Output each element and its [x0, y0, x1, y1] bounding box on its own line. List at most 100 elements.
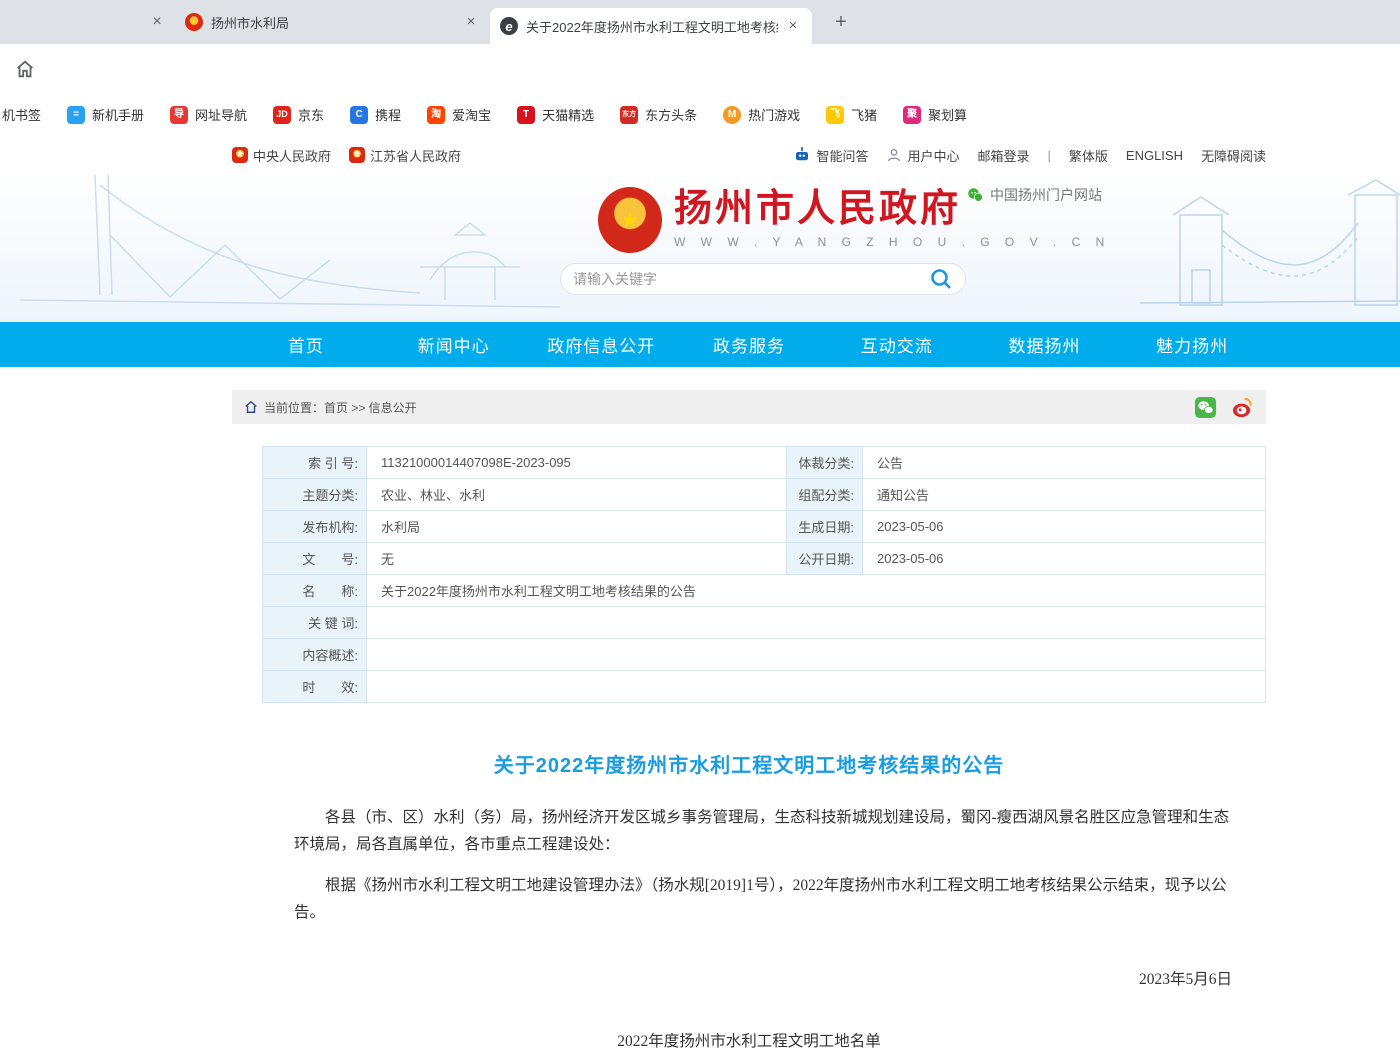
jd-icon: JD: [273, 106, 291, 124]
meta-value: [367, 639, 1266, 671]
pig-icon: 飞: [826, 106, 844, 124]
meta-label: 关 键 词:: [263, 607, 367, 639]
portal-link[interactable]: 中国扬州门户网站: [966, 185, 1102, 205]
bookmark-label: 京东: [298, 105, 324, 124]
bookmark-taobao[interactable]: 淘爱淘宝: [427, 105, 491, 124]
bookmark-label: 网址导航: [195, 105, 247, 124]
nav-item-services[interactable]: 政务服务: [675, 322, 823, 367]
table-row: 名 称: 关于2022年度扬州市水利工程文明工地考核结果的公告: [263, 575, 1266, 607]
tab-yangzhou-water-bureau[interactable]: ★ 扬州市水利局 ×: [175, 5, 490, 39]
meta-label: 生成日期:: [787, 511, 863, 543]
bookmark-tmall[interactable]: T天猫精选: [517, 105, 594, 124]
wechat-icon: [966, 186, 984, 204]
link-smart-qa[interactable]: 智能问答: [793, 146, 868, 165]
link-label: 中央人民政府: [253, 146, 331, 165]
search-input[interactable]: [573, 271, 929, 287]
browser-tab-bar: × ★ 扬州市水利局 × e 关于2022年度扬州市水利工程文明工地考核结果的公…: [0, 0, 1400, 44]
bookmark-hot-games[interactable]: M热门游戏: [723, 105, 800, 124]
bookmark-jd[interactable]: JD 京东: [273, 105, 324, 124]
bookmark-label: 热门游戏: [748, 105, 800, 124]
link-label: 繁体版: [1069, 146, 1108, 165]
article-paragraph: 根据《扬州市水利工程文明工地建设管理办法》（扬水规[2019]1号），2022年…: [294, 872, 1232, 926]
gov-emblem-icon: ★: [349, 147, 365, 163]
document-meta-table: 索 引 号: 11321000014407098E-2023-095 体裁分类:…: [262, 446, 1266, 703]
nav-item-info-disclosure[interactable]: 政府信息公开: [527, 322, 675, 367]
article-date: 2023年5月6日: [232, 967, 1232, 989]
ctrip-icon: C: [350, 106, 368, 124]
meta-label: 发布机构:: [263, 511, 367, 543]
meta-label: 名 称:: [263, 575, 367, 607]
table-row: 主题分类: 农业、林业、水利 组配分类: 通知公告: [263, 479, 1266, 511]
bookmarks-bar: 机书签 =新机手册 导网址导航 JD 京东 C 携程 淘爱淘宝 T天猫精选 东方东方…: [0, 94, 1400, 135]
link-label: 智能问答: [816, 146, 868, 165]
home-icon: [244, 400, 258, 414]
link-mail-login[interactable]: 邮箱登录: [977, 146, 1029, 165]
nav-icon: 导: [170, 106, 188, 124]
table-row: 时 效:: [263, 671, 1266, 703]
meta-label: 索 引 号:: [263, 447, 367, 479]
breadcrumb-label[interactable]: 当前位置：首页 >> 信息公开: [264, 399, 417, 416]
nav-item-data[interactable]: 数据扬州: [971, 322, 1119, 367]
search-icon[interactable]: [929, 267, 953, 291]
bookmark-ctrip[interactable]: C 携程: [350, 105, 401, 124]
meta-label: 文 号:: [263, 543, 367, 575]
portal-label: 中国扬州门户网站: [990, 185, 1102, 205]
link-jiangsu-gov[interactable]: ★ 江苏省人民政府: [349, 146, 461, 165]
tab-announcement-active[interactable]: e 关于2022年度扬州市水利工程文明工地考核结果的公告 ×: [490, 8, 812, 44]
link-central-gov[interactable]: ★ 中央人民政府: [232, 146, 331, 165]
bookmark-manual[interactable]: =新机手册: [67, 105, 144, 124]
gov-emblem-icon: ★: [185, 13, 203, 31]
meta-label: 公开日期:: [787, 543, 863, 575]
table-row: 发布机构: 水利局 生成日期: 2023-05-06: [263, 511, 1266, 543]
meta-value: 农业、林业、水利: [367, 479, 787, 511]
breadcrumb: 当前位置：首页 >> 信息公开: [232, 390, 1266, 424]
bookmark-label: 携程: [375, 105, 401, 124]
wechat-share-icon[interactable]: [1194, 396, 1217, 419]
close-icon[interactable]: ×: [462, 13, 480, 31]
divider: |: [1048, 148, 1051, 163]
link-english[interactable]: ENGLISH: [1126, 148, 1183, 163]
east-icon: 东方: [620, 106, 638, 124]
primary-nav: 首页 新闻中心 政府信息公开 政务服务 互动交流 数据扬州 魅力扬州: [0, 322, 1400, 367]
nav-item-home[interactable]: 首页: [232, 322, 380, 367]
meta-value: 通知公告: [863, 479, 1266, 511]
close-icon[interactable]: ×: [784, 17, 802, 35]
tab-title: 扬州市水利局: [211, 13, 456, 32]
table-row: 关 键 词:: [263, 607, 1266, 639]
gov-emblem-icon: ★: [232, 147, 248, 163]
book-icon: =: [67, 106, 85, 124]
national-emblem-icon: ★: [598, 187, 662, 253]
bookmark-url-nav[interactable]: 导网址导航: [170, 105, 247, 124]
taobao-icon: 淘: [427, 106, 445, 124]
meta-label: 体裁分类:: [787, 447, 863, 479]
page-main: 当前位置：首页 >> 信息公开 索 引 号: 11321000014407098…: [0, 367, 1400, 997]
nav-item-charm[interactable]: 魅力扬州: [1118, 322, 1266, 367]
bookmark-east-headlines[interactable]: 东方东方头条: [620, 105, 697, 124]
banner-bridge-art-left: [0, 175, 560, 322]
meta-value: 2023-05-06: [863, 511, 1266, 543]
browser-logo-icon: e: [500, 17, 518, 35]
link-accessibility[interactable]: 无障碍阅读: [1201, 146, 1266, 165]
article-list-title: 2022年度扬州市水利工程文明工地名单: [232, 1029, 1266, 1051]
bookmark-juhuasuan[interactable]: 聚聚划算: [903, 105, 967, 124]
meta-value: 关于2022年度扬州市水利工程文明工地考核结果的公告: [367, 575, 1266, 607]
table-row: 内容概述:: [263, 639, 1266, 671]
bookmark-label: 机书签: [2, 105, 41, 124]
link-label: 用户中心: [907, 146, 959, 165]
bookmark-fliggy[interactable]: 飞飞猪: [826, 105, 877, 124]
meta-value: 2023-05-06: [863, 543, 1266, 575]
meta-label: 内容概述:: [263, 639, 367, 671]
link-user-center[interactable]: 用户中心: [886, 146, 959, 165]
gov-links-row: ★ 中央人民政府 ★ 江苏省人民政府 智能问答 用户中心 邮箱登录 | 繁体版 …: [0, 135, 1400, 175]
nav-item-news[interactable]: 新闻中心: [380, 322, 528, 367]
bookmark-phone-bookmarks[interactable]: 机书签: [2, 105, 41, 124]
close-icon[interactable]: ×: [147, 12, 167, 32]
ju-icon: 聚: [903, 106, 921, 124]
home-icon[interactable]: [12, 56, 38, 82]
weibo-share-icon[interactable]: [1231, 396, 1254, 419]
nav-item-interaction[interactable]: 互动交流: [823, 322, 971, 367]
article-paragraph: 各县（市、区）水利（务）局，扬州经济开发区城乡事务管理局，生态科技新城规划建设局…: [294, 804, 1232, 858]
link-traditional[interactable]: 繁体版: [1069, 146, 1108, 165]
new-tab-button[interactable]: +: [828, 10, 854, 36]
meta-value: 11321000014407098E-2023-095: [367, 447, 787, 479]
